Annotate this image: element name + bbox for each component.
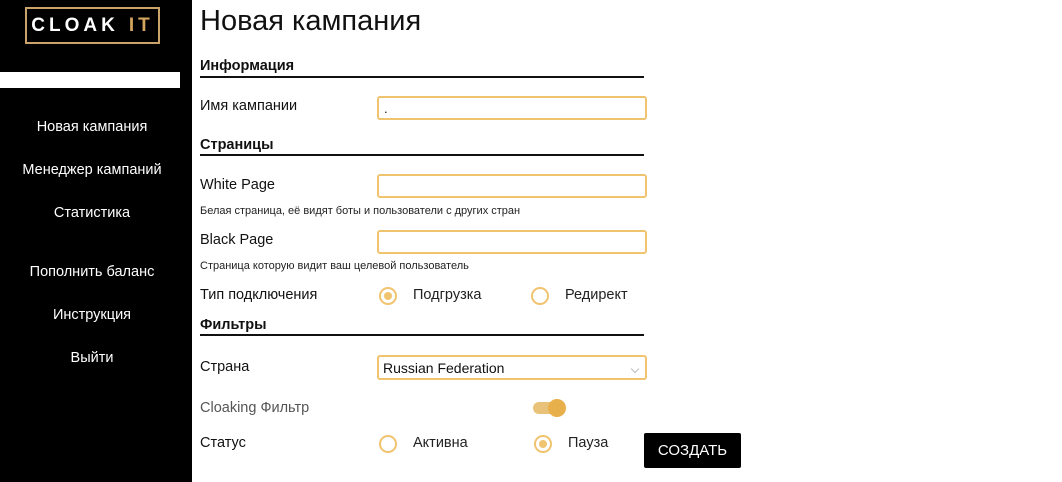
section-title-info: Информация — [200, 58, 295, 74]
black-page-label: Black Page — [200, 232, 274, 248]
nav-campaign-manager[interactable]: Менеджер кампаний — [0, 162, 184, 178]
status-option-pause: Пауза — [568, 435, 609, 451]
white-page-hint: Белая страница, её видят боты и пользова… — [200, 205, 521, 217]
status-label: Статус — [200, 435, 246, 451]
campaign-name-label: Имя кампании — [200, 98, 298, 114]
section-title-filters: Фильтры — [200, 317, 267, 333]
cloaking-filter-label: Cloaking Фильтр — [200, 400, 310, 416]
section-title-pages: Страницы — [200, 137, 274, 153]
cloaking-filter-toggle[interactable] — [533, 399, 566, 417]
white-page-label: White Page — [200, 177, 275, 193]
connection-type-option-redirect: Редирект — [565, 287, 628, 303]
connection-type-label: Тип подключения — [200, 287, 318, 303]
connection-type-radio-redirect[interactable] — [531, 287, 549, 305]
section-divider — [200, 334, 644, 336]
status-option-active: Активна — [413, 435, 468, 451]
logo[interactable]: CLOAK IT — [25, 7, 160, 44]
chevron-down-icon — [630, 364, 640, 374]
toggle-knob — [548, 399, 566, 417]
country-label: Страна — [200, 359, 250, 375]
campaign-name-input[interactable] — [377, 96, 647, 120]
nav-instructions[interactable]: Инструкция — [0, 307, 184, 323]
sidebar-search-input[interactable] — [0, 72, 180, 88]
status-radio-pause[interactable] — [534, 435, 552, 453]
section-divider — [200, 76, 644, 78]
nav-logout[interactable]: Выйти — [0, 350, 184, 366]
country-select-value: Russian Federation — [383, 360, 505, 376]
logo-text: CLOAK — [31, 14, 119, 36]
status-radio-active[interactable] — [379, 435, 397, 453]
black-page-hint: Страница которую видит ваш целевой польз… — [200, 260, 469, 272]
create-button[interactable]: СОЗДАТЬ — [644, 433, 741, 468]
sidebar: CLOAK IT Новая кампания Менеджер кампаний… — [0, 0, 192, 482]
nav-new-campaign[interactable]: Новая кампания — [0, 119, 184, 135]
logo-accent: IT — [128, 14, 154, 36]
nav-statistics[interactable]: Статистика — [0, 205, 184, 221]
country-select[interactable]: Russian Federation — [377, 355, 647, 380]
page-title: Новая кампания — [200, 5, 422, 37]
white-page-input[interactable] — [377, 174, 647, 198]
connection-type-option-load: Подгрузка — [413, 287, 482, 303]
section-divider — [200, 154, 644, 156]
connection-type-radio-load[interactable] — [379, 287, 397, 305]
black-page-input[interactable] — [377, 230, 647, 254]
nav-top-up-balance[interactable]: Пополнить баланс — [0, 264, 184, 280]
